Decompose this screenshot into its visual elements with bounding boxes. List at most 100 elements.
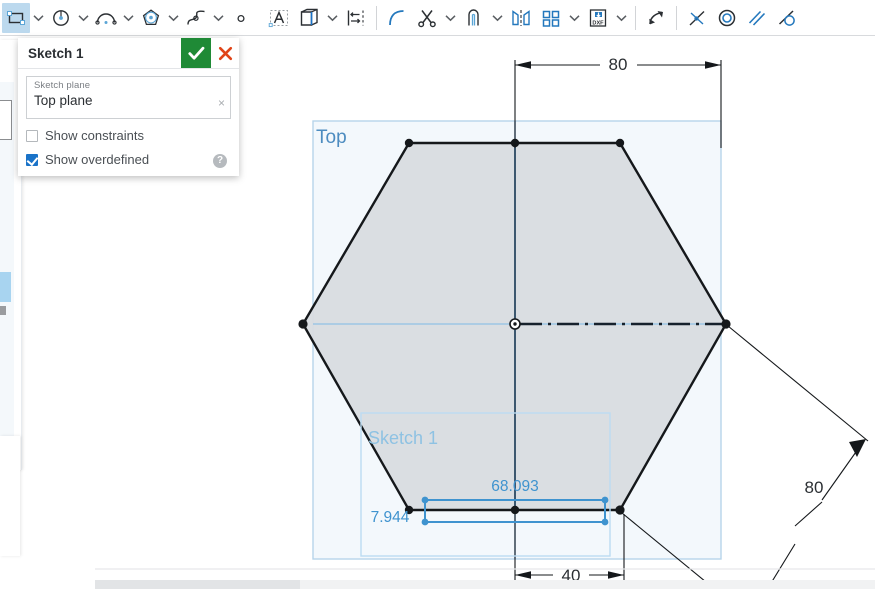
spline-tool-caret[interactable] (210, 3, 227, 33)
hexagon-vertex[interactable] (298, 319, 308, 329)
transform-arrow-icon (649, 10, 663, 24)
offset-tool-caret[interactable] (489, 3, 506, 33)
close-icon (218, 46, 232, 60)
sketch-plane-field-value[interactable]: Top plane (34, 93, 224, 108)
text-tool[interactable] (264, 3, 294, 33)
spline-icon (187, 9, 205, 25)
pattern-grid-icon (542, 10, 560, 27)
tangent-constraint[interactable] (772, 3, 802, 33)
spline-tool[interactable] (182, 3, 210, 33)
sketch-dialog-header: Sketch 1 (18, 38, 239, 69)
offset-icon (468, 8, 479, 25)
toolbar-separator-2 (635, 5, 636, 30)
scrollbar-corner (0, 580, 95, 589)
arc-icon (95, 12, 117, 25)
rectangle-tool-caret[interactable] (30, 3, 47, 33)
show-overdefined-row[interactable]: Show overdefined ? (26, 152, 231, 168)
import-dxf-icon: DXF (589, 8, 607, 27)
show-constraints-row[interactable]: Show constraints (26, 128, 231, 143)
rectangle-handle[interactable] (601, 518, 609, 526)
chevron-down-icon (78, 14, 89, 21)
help-icon[interactable]: ? (213, 154, 227, 168)
show-constraints-label: Show constraints (45, 128, 144, 143)
active-sketch-region-label: Sketch 1 (368, 428, 438, 448)
polygon-tool[interactable] (137, 3, 165, 33)
check-icon (187, 46, 204, 60)
chevron-down-icon (445, 14, 456, 21)
circle-tool[interactable] (47, 3, 75, 33)
sketch-plane-field-label: Sketch plane (34, 80, 91, 91)
chevron-down-icon (123, 14, 134, 21)
concentric-constraint[interactable] (712, 3, 742, 33)
cube-face-icon (300, 8, 318, 26)
sketch-plane-field[interactable]: Sketch plane Top plane × (26, 76, 231, 119)
sketch-dialog-body: Sketch plane Top plane × Show constraint… (18, 69, 239, 176)
plane-label: Top (316, 127, 347, 148)
transform-tool[interactable] (641, 3, 671, 33)
feature-tree-lower-panel[interactable] (0, 436, 20, 556)
hexagon-vertex[interactable] (615, 138, 625, 148)
feature-tree-thumbnail (0, 100, 12, 140)
construction-geometry-icon (689, 10, 705, 26)
rectangle-handle[interactable] (421, 518, 429, 526)
sketch-dialog-title: Sketch 1 (28, 45, 84, 61)
chevron-down-icon (213, 14, 224, 21)
scissors-icon (418, 9, 436, 27)
dim-width-top-value: 80 (609, 55, 628, 74)
live-dim-height-value[interactable]: 7.944 (371, 509, 410, 526)
dimension-tool[interactable] (341, 3, 371, 33)
show-constraints-checkbox[interactable] (26, 129, 38, 142)
hexagon-vertex[interactable] (615, 505, 625, 515)
chevron-down-icon (168, 14, 179, 21)
chevron-down-icon (33, 14, 44, 21)
sketch-toolbar: DXF (0, 0, 875, 36)
show-overdefined-label: Show overdefined (45, 152, 150, 167)
rectangle-tool[interactable] (2, 2, 30, 33)
rectangle-handle[interactable] (421, 496, 429, 504)
import-dxf-tool-caret[interactable] (613, 3, 630, 33)
chevron-down-icon (492, 14, 503, 21)
circle-tool-caret[interactable] (75, 3, 92, 33)
fillet-arc-icon (389, 9, 404, 25)
fillet-tool[interactable] (382, 3, 412, 33)
hexagon-vertex[interactable] (404, 138, 414, 148)
sketch-origin-dot (513, 322, 517, 326)
use-projection-tool[interactable] (294, 3, 324, 33)
dimension-icon (347, 10, 364, 25)
offset-tool[interactable] (459, 3, 489, 33)
pattern-tool-caret[interactable] (566, 3, 583, 33)
mirror-tool[interactable] (506, 3, 536, 33)
rectangle-handle[interactable] (601, 496, 609, 504)
import-dxf-tool[interactable]: DXF (583, 3, 613, 33)
toolbar-separator-3 (676, 5, 677, 30)
sketch-dialog: Sketch 1 Sketch plane Top plane × Show c… (18, 38, 239, 176)
feature-tree-item-marker (0, 306, 6, 315)
accept-button[interactable] (181, 38, 211, 68)
clear-selection-icon[interactable]: × (218, 97, 225, 109)
arc-tool-caret[interactable] (120, 3, 137, 33)
show-overdefined-checkbox[interactable] (26, 153, 38, 166)
mirror-icon (512, 9, 530, 26)
concentric-circles-icon (718, 9, 736, 26)
use-projection-tool-caret[interactable] (324, 3, 341, 33)
chevron-down-icon (616, 14, 627, 21)
toolbar-separator-1 (376, 5, 377, 30)
horizontal-scrollbar-thumb[interactable] (95, 580, 300, 589)
parallel-constraint[interactable] (742, 3, 772, 33)
feature-tree-selected-item[interactable] (0, 272, 11, 302)
cad-application-window: DXF 80 40 80 Top Sketch 1 68.093 7.944 S… (0, 0, 875, 589)
point-tool[interactable] (227, 3, 255, 33)
trim-tool-caret[interactable] (442, 3, 459, 33)
horizontal-scrollbar[interactable] (95, 580, 875, 589)
parallel-lines-icon (748, 10, 766, 26)
pattern-tool[interactable] (536, 3, 566, 33)
construction-tool[interactable] (682, 3, 712, 33)
trim-tool[interactable] (412, 3, 442, 33)
cancel-button[interactable] (211, 38, 239, 68)
circle-icon (53, 9, 69, 26)
dim-edge-right-value: 80 (805, 478, 824, 497)
arc-tool[interactable] (92, 3, 120, 33)
polygon-tool-caret[interactable] (165, 3, 182, 33)
tangent-icon (778, 9, 795, 26)
live-dim-width-value[interactable]: 68.093 (491, 478, 538, 495)
